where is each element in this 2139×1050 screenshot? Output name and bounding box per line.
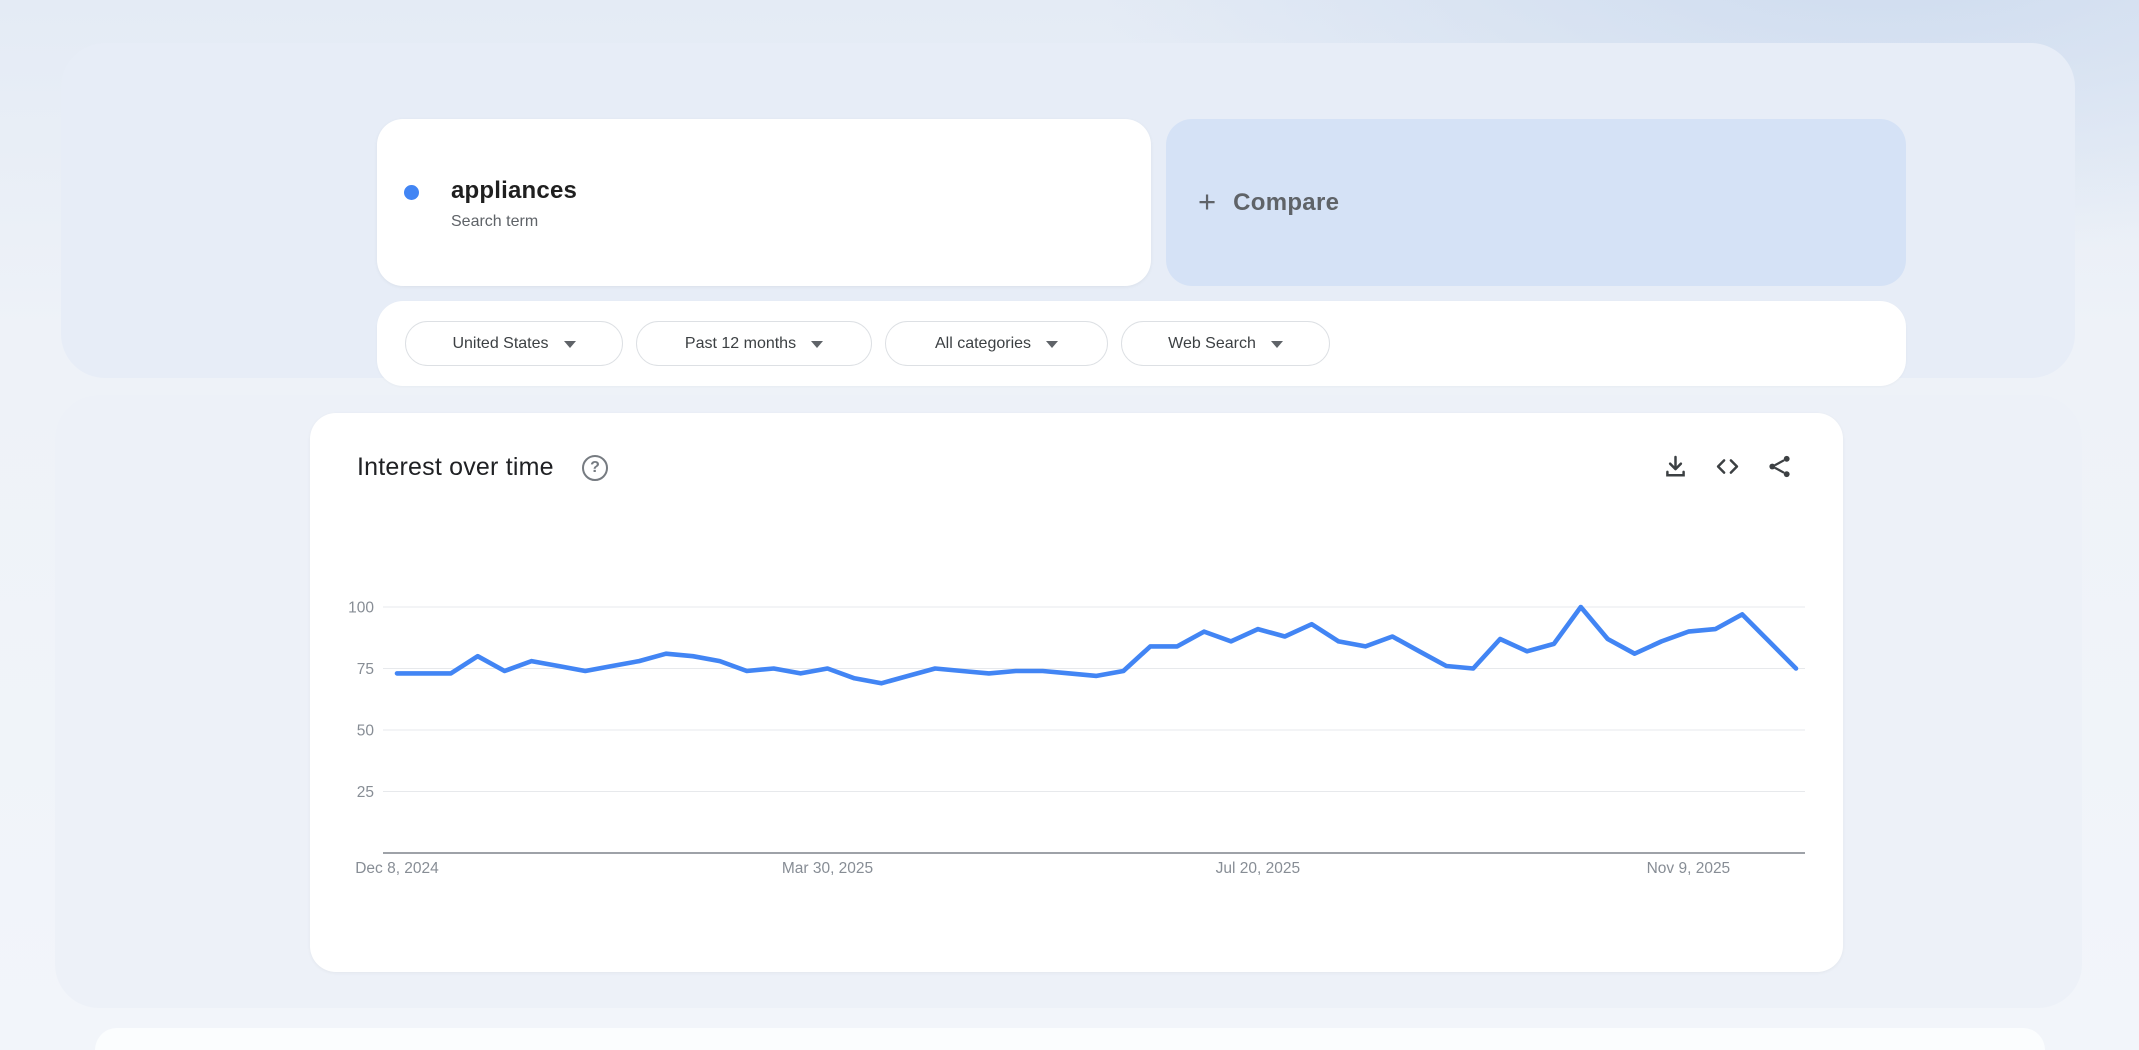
chevron-down-icon	[563, 341, 576, 348]
interest-over-time-chart[interactable]: 25 50 75 100 Dec 8, 2024 Mar 30, 2025 Jul 20, …	[310, 413, 1843, 972]
filter-bar: United States Past 12 months All categor…	[377, 301, 1906, 386]
chevron-down-icon	[1046, 341, 1059, 348]
filter-category-label: All categories	[934, 334, 1032, 352]
add-comparison-button[interactable]: + Compare	[1166, 119, 1906, 286]
series-color-dot-icon	[404, 185, 419, 200]
search-term-text: appliances	[451, 177, 578, 204]
y-axis-tick-label: 75	[357, 661, 374, 678]
next-section-peek	[95, 1028, 2045, 1050]
filter-search-type-label: Web Search	[1168, 334, 1256, 352]
x-axis-tick-label: Mar 30, 2025	[782, 860, 873, 877]
y-axis-tick-label: 100	[348, 600, 374, 617]
plus-icon: +	[1198, 183, 1217, 219]
y-axis-tick-label: 25	[357, 784, 374, 801]
filter-time-range-dropdown[interactable]: Past 12 months	[636, 321, 872, 366]
chevron-down-icon	[1270, 341, 1283, 348]
interest-over-time-card: Interest over time ? 25 50 75 100 Dec 8,…	[310, 413, 1843, 972]
x-axis-tick-label: Nov 9, 2025	[1647, 860, 1731, 877]
filter-category-dropdown[interactable]: All categories	[885, 321, 1108, 366]
filter-time-range-label: Past 12 months	[684, 334, 797, 352]
filter-search-type-dropdown[interactable]: Web Search	[1121, 321, 1330, 366]
chevron-down-icon	[811, 341, 824, 348]
x-axis-tick-label: Jul 20, 2025	[1216, 860, 1300, 877]
explore-header-container: appliances Search term + Compare United …	[61, 43, 2075, 386]
google-trends-explore-page: appliances Search term + Compare United …	[0, 0, 2139, 1050]
trend-line	[394, 604, 1799, 686]
compare-label: Compare	[1233, 188, 1340, 216]
filter-region-label: United States	[452, 334, 549, 352]
search-term-card[interactable]: appliances Search term	[377, 119, 1151, 286]
y-axis-tick-label: 50	[357, 723, 375, 740]
filter-region-dropdown[interactable]: United States	[405, 321, 623, 366]
search-term-kind-label: Search term	[451, 213, 539, 230]
x-axis-tick-label: Dec 8, 2024	[355, 860, 439, 877]
